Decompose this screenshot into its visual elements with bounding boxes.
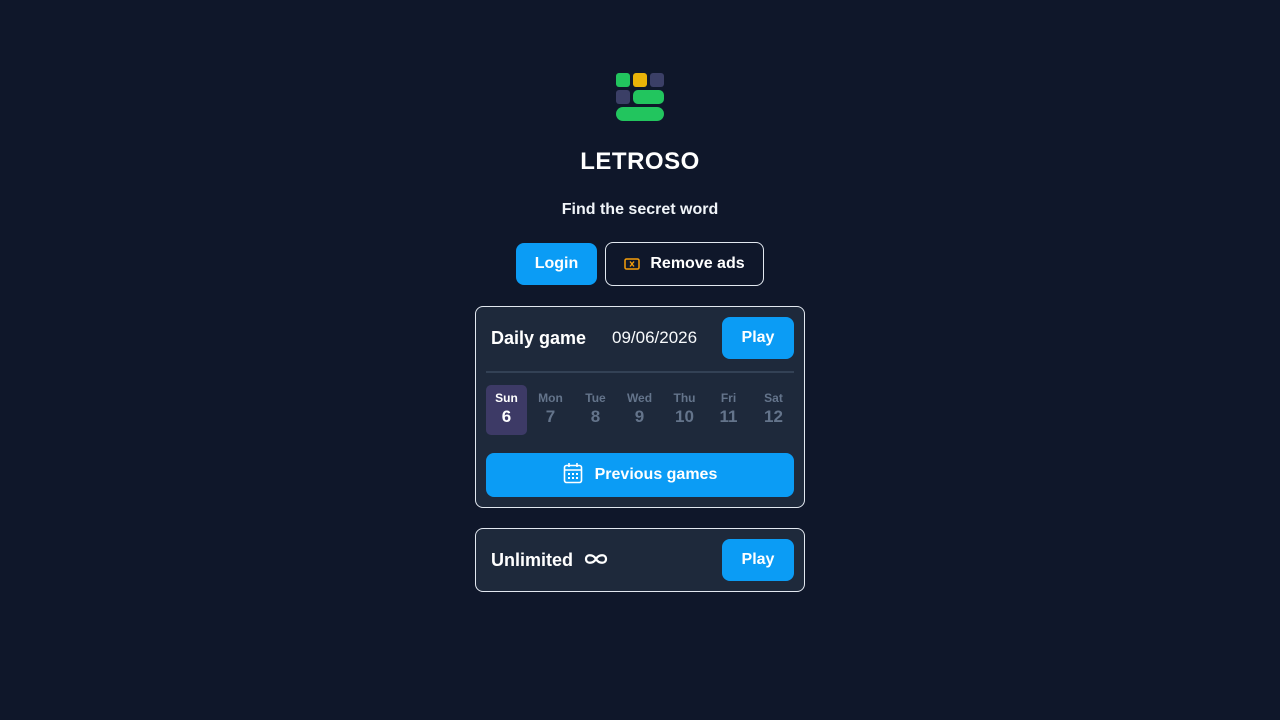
day-mon[interactable]: Mon 7 bbox=[530, 385, 571, 435]
unlimited-title: Unlimited bbox=[491, 550, 574, 570]
unlimited-play-button[interactable]: Play bbox=[722, 539, 794, 581]
divider bbox=[486, 371, 794, 373]
remove-ads-button[interactable]: Remove ads bbox=[605, 242, 764, 286]
daily-play-label: Play bbox=[741, 329, 775, 346]
day-name: Thu bbox=[673, 391, 696, 405]
day-sat[interactable]: Sat 12 bbox=[753, 385, 794, 435]
previous-games-button[interactable]: Previous games bbox=[486, 453, 794, 497]
previous-games-label: Previous games bbox=[594, 466, 718, 483]
home-page: LETROSO Find the secret word Login Remov… bbox=[0, 0, 1280, 720]
day-number: 10 bbox=[675, 407, 694, 426]
week-days: Sun 6 Mon 7 Tue 8 Wed 9 Thu 10 Fri 11 Sa… bbox=[486, 385, 794, 435]
day-thu[interactable]: Thu 10 bbox=[664, 385, 705, 435]
daily-game-date: 09/06/2026 bbox=[612, 328, 698, 347]
day-number: 12 bbox=[764, 407, 783, 426]
infinity-icon bbox=[583, 550, 609, 571]
daily-play-button[interactable]: Play bbox=[722, 317, 794, 359]
day-fri[interactable]: Fri 11 bbox=[708, 385, 749, 435]
day-wed[interactable]: Wed 9 bbox=[619, 385, 660, 435]
app-title: LETROSO bbox=[580, 148, 700, 175]
unlimited-heading: Unlimited bbox=[491, 550, 609, 571]
calendar-icon bbox=[563, 462, 583, 489]
daily-game-card: Daily game 09/06/2026 Play Sun 6 Mon 7 T… bbox=[475, 306, 805, 508]
app-subtitle: Find the secret word bbox=[561, 201, 719, 218]
login-button[interactable]: Login bbox=[516, 243, 597, 285]
unlimited-play-label: Play bbox=[741, 551, 775, 568]
app-logo bbox=[616, 73, 664, 121]
day-tue[interactable]: Tue 8 bbox=[575, 385, 616, 435]
day-name: Mon bbox=[538, 391, 563, 405]
day-name: Wed bbox=[626, 391, 653, 405]
remove-ads-label: Remove ads bbox=[650, 255, 745, 272]
day-name: Tue bbox=[585, 391, 606, 405]
login-label: Login bbox=[534, 255, 579, 272]
day-sun[interactable]: Sun 6 bbox=[486, 385, 527, 435]
day-number: 11 bbox=[719, 407, 738, 426]
day-number: 9 bbox=[634, 407, 645, 426]
daily-game-title: Daily game bbox=[491, 328, 587, 348]
ticket-icon bbox=[624, 258, 641, 270]
day-number: 7 bbox=[545, 407, 556, 426]
day-number: 8 bbox=[590, 407, 601, 426]
day-number: 6 bbox=[501, 407, 512, 426]
unlimited-card: Unlimited Play bbox=[475, 528, 805, 592]
day-name: Fri bbox=[720, 391, 737, 405]
day-name: Sat bbox=[764, 391, 783, 405]
day-name: Sun bbox=[495, 391, 518, 405]
